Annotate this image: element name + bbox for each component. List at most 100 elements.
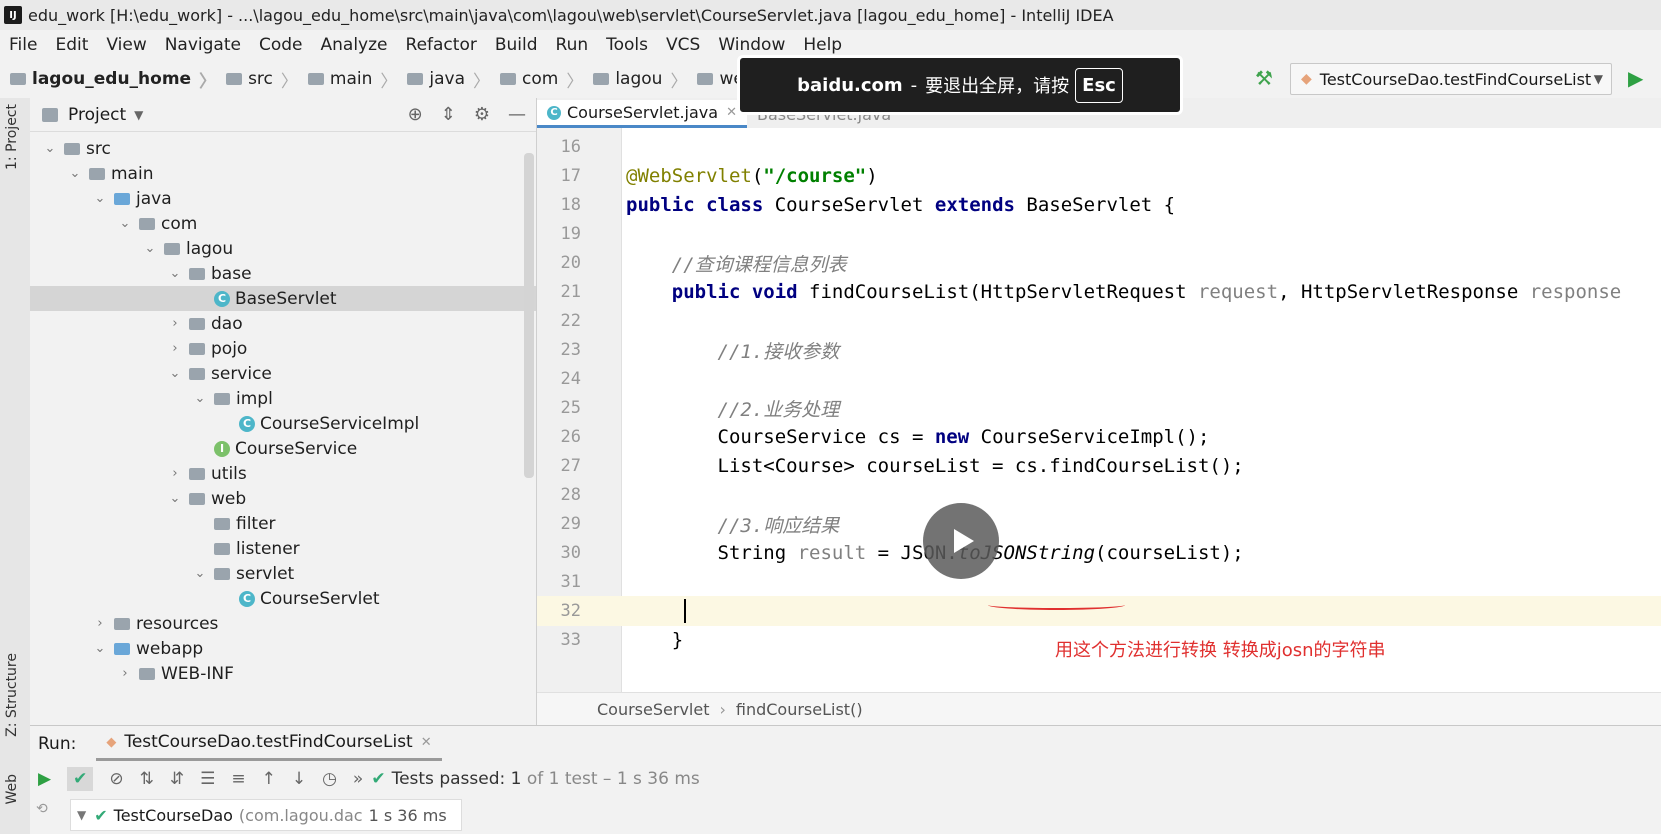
close-icon[interactable]: ✕	[726, 105, 737, 120]
history-icon[interactable]: ◷	[322, 769, 337, 789]
breadcrumb-class[interactable]: CourseServlet	[597, 700, 709, 719]
chevron-down-icon[interactable]: ⌄	[140, 241, 160, 256]
menu-help[interactable]: Help	[794, 35, 851, 55]
tree-item-baseservlet[interactable]: C BaseServlet	[30, 286, 536, 311]
tree-item-web-inf[interactable]: › WEB-INF	[30, 661, 536, 686]
code-line[interactable]: 25 //2.业务处理	[537, 393, 1661, 423]
import-tests-icon[interactable]: ⟲	[36, 801, 48, 817]
chevron-down-icon[interactable]: ⌄	[165, 491, 185, 506]
tab-course-servlet[interactable]: C CourseServlet.java ✕	[537, 100, 747, 128]
run-configuration-select[interactable]: ◆ TestCourseDao.testFindCourseList ▼	[1290, 63, 1612, 95]
tree-item-impl[interactable]: ⌄ impl	[30, 386, 536, 411]
tree-item-java[interactable]: ⌄ java	[30, 186, 536, 211]
nav-crumb-lagou[interactable]: lagou 〉	[583, 67, 687, 92]
show-ignored-icon[interactable]: ⊘	[109, 769, 123, 789]
tree-item-dao[interactable]: › dao	[30, 311, 536, 336]
tree-scrollbar[interactable]	[524, 153, 534, 478]
tree-item-service[interactable]: ⌄ service	[30, 361, 536, 386]
nav-crumb-com[interactable]: com 〉	[490, 67, 583, 92]
code-line[interactable]: 16	[537, 132, 1661, 162]
menu-build[interactable]: Build	[486, 35, 547, 55]
code-line[interactable]: 26 CourseService cs = new CourseServiceI…	[537, 422, 1661, 452]
menu-analyze[interactable]: Analyze	[312, 35, 397, 55]
code-line[interactable]: 30 String result = JSON.toJSONString(cou…	[537, 538, 1661, 568]
tree-item-servlet[interactable]: ⌄ servlet	[30, 561, 536, 586]
code-line[interactable]: 27 List<Course> courseList = cs.findCour…	[537, 451, 1661, 481]
chevron-right-icon[interactable]: ›	[165, 316, 185, 331]
tree-item-filter[interactable]: filter	[30, 511, 536, 536]
video-play-icon[interactable]	[923, 503, 999, 579]
sort-alpha-icon[interactable]: ⇅	[140, 769, 154, 789]
code-line[interactable]: 28	[537, 480, 1661, 510]
chevron-right-icon[interactable]: ›	[90, 616, 110, 631]
chevron-down-icon[interactable]: ⌄	[190, 566, 210, 581]
rerun-icon[interactable]: ▶	[38, 769, 51, 789]
tree-item-com[interactable]: ⌄ com	[30, 211, 536, 236]
menu-navigate[interactable]: Navigate	[156, 35, 250, 55]
chevron-down-icon[interactable]: ⌄	[65, 166, 85, 181]
code-line[interactable]: 18 public class CourseServlet extends Bas…	[537, 190, 1661, 220]
tree-item-courseservice[interactable]: I CourseService	[30, 436, 536, 461]
chevron-right-icon[interactable]: ›	[165, 341, 185, 356]
menu-run[interactable]: Run	[547, 35, 598, 55]
tree-item-main[interactable]: ⌄ main	[30, 161, 536, 186]
tree-item-webapp[interactable]: ⌄ webapp	[30, 636, 536, 661]
show-passed-icon[interactable]: ✔	[67, 767, 94, 791]
tree-item-lagou[interactable]: ⌄ lagou	[30, 236, 536, 261]
menu-window[interactable]: Window	[709, 35, 794, 55]
hide-icon[interactable]: —	[508, 104, 526, 125]
nav-crumb-main[interactable]: main 〉	[298, 67, 397, 92]
code-line[interactable]: 20 //查询课程信息列表	[537, 248, 1661, 278]
code-line[interactable]: 21 public void findCourseList(HttpServle…	[537, 277, 1661, 307]
tree-item-listener[interactable]: listener	[30, 536, 536, 561]
tree-item-courseservlet[interactable]: C CourseServlet	[30, 586, 536, 611]
tree-item-utils[interactable]: › utils	[30, 461, 536, 486]
chevron-down-icon[interactable]: ⌄	[165, 266, 185, 281]
collapse-all-icon[interactable]: ≡	[231, 769, 245, 789]
chevron-down-icon[interactable]: ⌄	[40, 141, 60, 156]
project-panel-title[interactable]: Project	[68, 105, 126, 125]
tree-item-web[interactable]: ⌄ web	[30, 486, 536, 511]
chevron-down-icon[interactable]: ▼	[134, 108, 143, 122]
chevron-right-icon[interactable]: ›	[115, 666, 135, 681]
project-tool-tab[interactable]: 1: Project	[4, 104, 20, 170]
breadcrumb-method[interactable]: findCourseList()	[736, 700, 863, 719]
chevron-down-icon[interactable]: ⌄	[115, 216, 135, 231]
chevron-right-icon[interactable]: ›	[165, 466, 185, 481]
next-failed-icon[interactable]: ↓	[292, 769, 306, 789]
tree-item-resources[interactable]: › resources	[30, 611, 536, 636]
collapse-all-icon[interactable]: ⇕	[441, 104, 456, 125]
expand-all-icon[interactable]: ☰	[200, 769, 215, 789]
code-line[interactable]: 24	[537, 364, 1661, 394]
menu-edit[interactable]: Edit	[46, 35, 97, 55]
more-icon[interactable]: »	[353, 769, 363, 789]
code-line[interactable]: 23 //1.接收参数	[537, 335, 1661, 365]
code-line[interactable]: 17 @WebServlet("/course")	[537, 161, 1661, 191]
locate-icon[interactable]: ⊕	[408, 104, 423, 125]
esc-key[interactable]: Esc	[1075, 67, 1123, 103]
menu-code[interactable]: Code	[250, 35, 312, 55]
structure-tool-tab[interactable]: Z: Structure	[4, 653, 20, 737]
build-hammer-icon[interactable]: ⚒	[1255, 66, 1273, 90]
code-line[interactable]: 22	[537, 306, 1661, 336]
tree-item-base[interactable]: ⌄ base	[30, 261, 536, 286]
chevron-down-icon[interactable]: ⌄	[190, 391, 210, 406]
code-line[interactable]: 29 //3.响应结果	[537, 509, 1661, 539]
web-tool-tab[interactable]: Web	[4, 774, 20, 805]
chevron-down-icon[interactable]: ⌄	[90, 641, 110, 656]
menu-vcs[interactable]: VCS	[657, 35, 709, 55]
chevron-down-icon[interactable]: ⌄	[90, 191, 110, 206]
nav-crumb-lagou_edu_home[interactable]: lagou_edu_home 〉	[0, 67, 216, 92]
menu-file[interactable]: File	[0, 35, 46, 55]
nav-crumb-java[interactable]: java 〉	[397, 67, 490, 92]
gear-icon[interactable]: ⚙	[474, 104, 490, 125]
prev-failed-icon[interactable]: ↑	[262, 769, 276, 789]
menu-refactor[interactable]: Refactor	[397, 35, 486, 55]
tree-item-src[interactable]: ⌄ src	[30, 136, 536, 161]
code-line[interactable]: 31	[537, 567, 1661, 597]
menu-tools[interactable]: Tools	[597, 35, 657, 55]
sort-duration-icon[interactable]: ⇵	[170, 769, 184, 789]
test-result-row[interactable]: ▼ ✔ TestCourseDao (com.lagou.dac 1 s 36 …	[70, 799, 462, 831]
chevron-down-icon[interactable]: ⌄	[165, 366, 185, 381]
chevron-down-icon[interactable]: ▼	[77, 808, 86, 822]
